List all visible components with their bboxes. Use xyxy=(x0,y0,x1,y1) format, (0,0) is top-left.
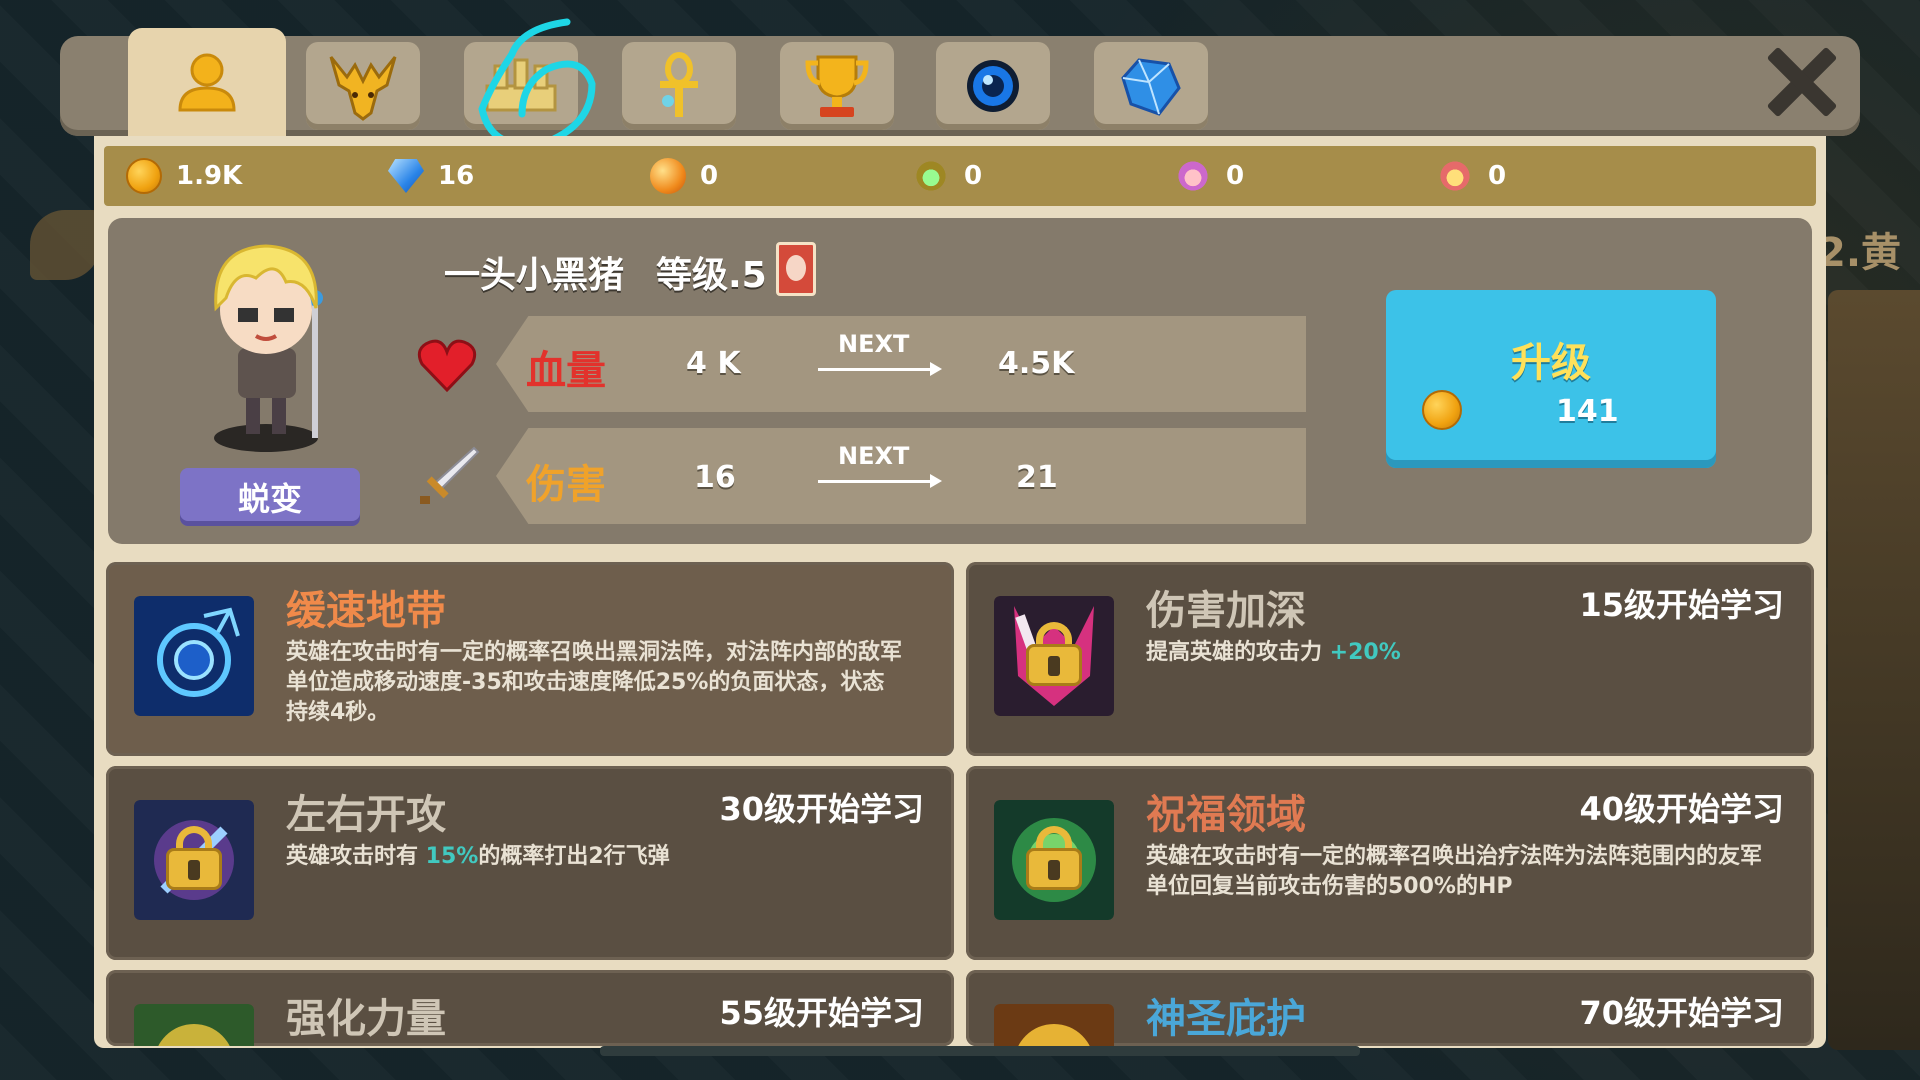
skill-requirement: 70级开始学习 xyxy=(1579,994,1784,1032)
description-text: 英雄攻击时有 xyxy=(286,844,426,869)
damage-next-label: NEXT xyxy=(838,442,910,470)
skill-requirement: 55级开始学习 xyxy=(719,994,924,1032)
close-button[interactable] xyxy=(1764,44,1840,120)
skill-name: 祝福领域 xyxy=(1146,792,1306,838)
skill-card-slow-zone[interactable]: 缓速地带 英雄在攻击时有一定的概率召唤出黑洞法阵，对法阵内部的敌军单位造成移动速… xyxy=(106,562,954,756)
hp-next: 4.5K xyxy=(998,346,1075,381)
background-side-panel xyxy=(1828,290,1920,1050)
description-text: 提高英雄的攻击力 xyxy=(1146,640,1330,665)
red-monster-icon xyxy=(1436,158,1474,194)
lock-icon xyxy=(166,826,222,890)
gold-coin-icon xyxy=(1422,390,1462,430)
currency-orb: 0 xyxy=(650,146,718,206)
lock-icon xyxy=(1026,622,1082,686)
tab-orb[interactable] xyxy=(936,42,1050,130)
currency-pink-monster: 0 xyxy=(1174,146,1244,206)
pink-monster-icon xyxy=(1174,158,1212,194)
sword-icon xyxy=(420,446,480,504)
orange-orb-icon xyxy=(650,158,686,194)
ankh-icon xyxy=(660,52,698,117)
skill-description: 英雄在攻击时有一定的概率召唤出黑洞法阵，对法阵内部的敌军单位造成移动速度-35和… xyxy=(286,640,903,725)
castle-icon xyxy=(485,58,557,112)
heart-icon xyxy=(417,339,477,393)
description-text: 的概率打出2行飞弹 xyxy=(478,844,670,869)
skill-name: 左右开攻 xyxy=(286,792,446,838)
hero-avatar xyxy=(214,244,323,452)
tab-crystal[interactable] xyxy=(1094,42,1208,130)
skill-description: 英雄在攻击时有一定的概率召唤出治疗法阵为法阵范围内的友军单位回复当前攻击伤害的5… xyxy=(1146,844,1763,899)
trophy-icon xyxy=(805,55,869,117)
damage-current: 16 xyxy=(694,460,736,495)
person-icon xyxy=(178,53,236,112)
hp-arrow-icon xyxy=(818,362,942,376)
black-hole-icon xyxy=(134,596,254,716)
damage-label: 伤害 xyxy=(526,462,606,508)
skill-name: 伤害加深 xyxy=(1146,588,1306,634)
tab-ankh[interactable] xyxy=(622,42,736,130)
currency-yellow-monster: 0 xyxy=(912,146,982,206)
currency-bar: 1.9K 16 0 0 0 0 xyxy=(104,146,1816,206)
skill-card-double-attack[interactable]: 左右开攻 30级开始学习 英雄攻击时有 15%的概率打出2行飞弹 xyxy=(106,766,954,960)
tab-trophy[interactable] xyxy=(780,42,894,130)
scroll-indicator xyxy=(600,1046,1360,1056)
skill-card-holy-shield[interactable]: 神圣庇护 70级开始学习 xyxy=(966,970,1814,1046)
skill-requirement: 40级开始学习 xyxy=(1579,790,1784,828)
currency-red-monster: 0 xyxy=(1436,146,1506,206)
pink-monster-amount: 0 xyxy=(1226,161,1245,191)
wing-decoration-icon xyxy=(30,210,100,280)
holy-shield-icon xyxy=(994,1004,1114,1046)
upgrade-button[interactable]: 升级 141 xyxy=(1386,290,1716,468)
currency-gold: 1.9K xyxy=(126,146,242,206)
hp-current: 4 K xyxy=(686,346,741,381)
yellow-monster-icon xyxy=(912,158,950,194)
skill-requirement: 15级开始学习 xyxy=(1579,586,1784,624)
tab-hero[interactable] xyxy=(128,28,286,138)
deer-mask-icon xyxy=(329,56,397,121)
skill-card-strengthen[interactable]: 强化力量 55级开始学习 xyxy=(106,970,954,1046)
diamond-amount: 16 xyxy=(438,161,475,191)
gold-coin-icon xyxy=(126,158,162,194)
lock-icon xyxy=(1026,826,1082,890)
skill-requirement: 30级开始学习 xyxy=(719,790,924,828)
diamond-icon xyxy=(388,159,424,193)
background-level-text: 2.黄 xyxy=(1818,230,1902,276)
skill-card-blessing-field[interactable]: 祝福领域 40级开始学习 英雄在攻击时有一定的概率召唤出治疗法阵为法阵范围内的友… xyxy=(966,766,1814,960)
skill-card-damage-boost[interactable]: 伤害加深 15级开始学习 提高英雄的攻击力 +20% xyxy=(966,562,1814,756)
skill-name: 神圣庇护 xyxy=(1146,996,1306,1042)
yellow-monster-amount: 0 xyxy=(964,161,983,191)
upgrade-label: 升级 xyxy=(1511,340,1591,386)
power-icon xyxy=(134,1004,254,1046)
gold-amount: 1.9K xyxy=(176,161,243,191)
description-highlight: 15% xyxy=(425,844,479,869)
currency-diamond: 16 xyxy=(388,146,474,206)
skill-description: 提高英雄的攻击力 +20% xyxy=(1146,638,1766,668)
damage-arrow-icon xyxy=(818,474,942,488)
description-highlight: +20% xyxy=(1329,640,1401,665)
hero-name: 一头小黑猪 xyxy=(444,255,625,296)
skill-name: 缓速地带 xyxy=(286,588,446,634)
orb-amount: 0 xyxy=(700,161,719,191)
crystal-icon xyxy=(1121,58,1181,116)
skill-description: 英雄攻击时有 15%的概率打出2行飞弹 xyxy=(286,842,906,872)
red-monster-amount: 0 xyxy=(1488,161,1507,191)
morph-button[interactable]: 蜕变 xyxy=(180,468,360,526)
hp-next-label: NEXT xyxy=(838,330,910,358)
tab-building[interactable] xyxy=(464,42,578,130)
upgrade-cost: 141 xyxy=(1556,394,1619,429)
tab-beast[interactable] xyxy=(306,42,420,130)
skill-name: 强化力量 xyxy=(286,996,446,1042)
damage-next: 21 xyxy=(1016,460,1058,495)
hp-label: 血量 xyxy=(526,348,606,394)
hero-level: 等级.5 xyxy=(656,255,767,296)
blue-orb-icon xyxy=(967,60,1019,112)
skill-book-icon[interactable] xyxy=(776,242,816,296)
